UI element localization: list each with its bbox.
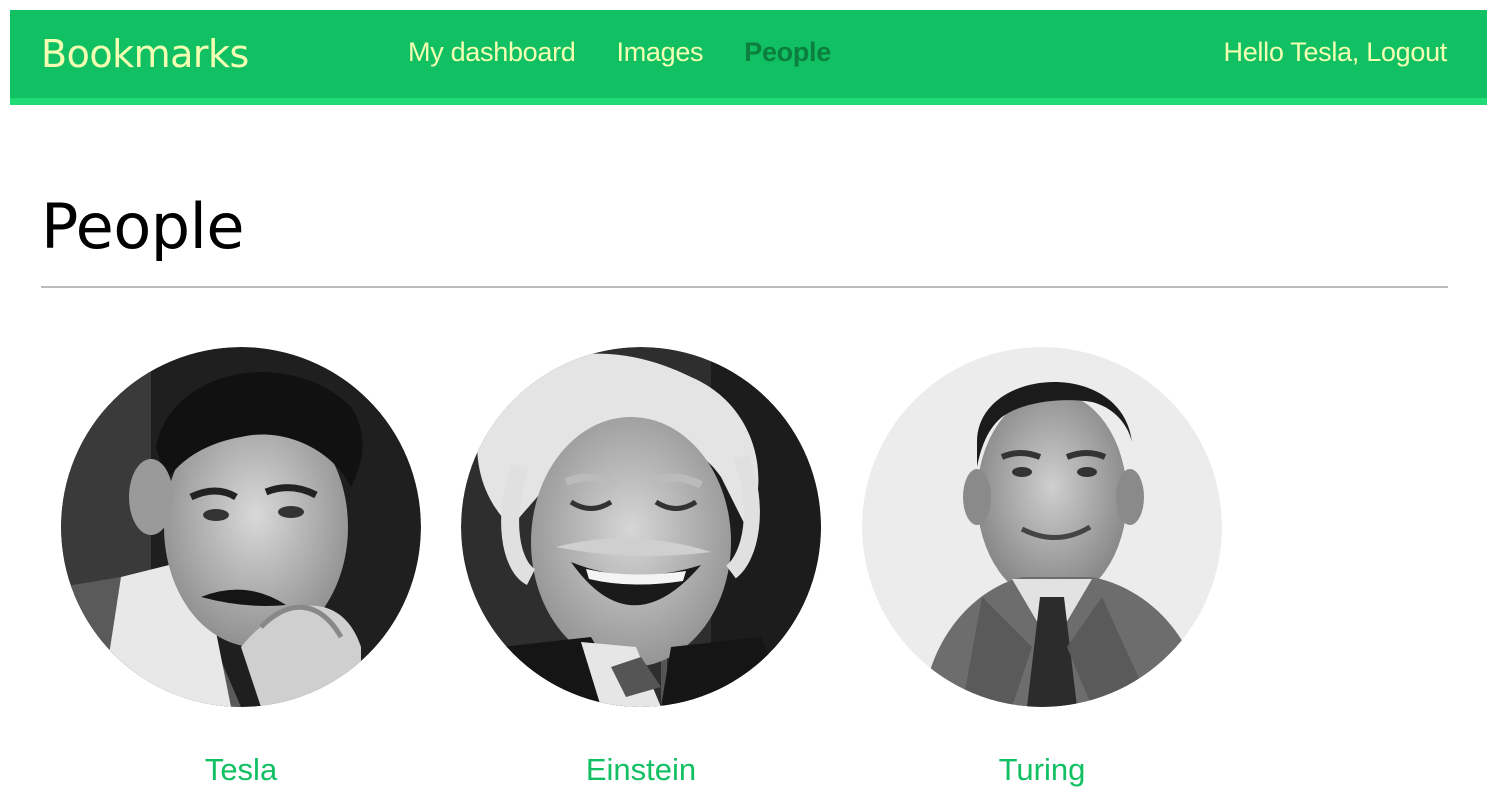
person-name-einstein[interactable]: Einstein bbox=[461, 752, 821, 788]
menu-item-images[interactable]: Images bbox=[617, 37, 704, 68]
logout-link[interactable]: Logout bbox=[1366, 37, 1447, 67]
title-divider bbox=[41, 286, 1448, 288]
main-menu: My dashboard Images People bbox=[408, 37, 872, 68]
person-name-turing[interactable]: Turing bbox=[862, 752, 1222, 788]
greeting-text: Hello Tesla, bbox=[1223, 37, 1360, 67]
menu-item-people[interactable]: People bbox=[744, 37, 831, 68]
logo-link[interactable]: Bookmarks bbox=[41, 32, 249, 76]
menu-item-my-dashboard[interactable]: My dashboard bbox=[408, 37, 576, 68]
turing-avatar-image[interactable] bbox=[862, 347, 1222, 707]
person-card-tesla[interactable]: Tesla bbox=[61, 347, 421, 787]
person-card-einstein[interactable]: Einstein bbox=[461, 347, 821, 787]
user-area: Hello Tesla, Logout bbox=[1223, 37, 1448, 68]
page-title: People bbox=[41, 190, 244, 263]
person-name-tesla[interactable]: Tesla bbox=[61, 752, 421, 788]
einstein-avatar-image[interactable] bbox=[461, 347, 821, 707]
person-card-turing[interactable]: Turing bbox=[862, 347, 1222, 787]
tesla-avatar-image[interactable] bbox=[61, 347, 421, 707]
top-header: Bookmarks My dashboard Images People Hel… bbox=[10, 10, 1487, 105]
